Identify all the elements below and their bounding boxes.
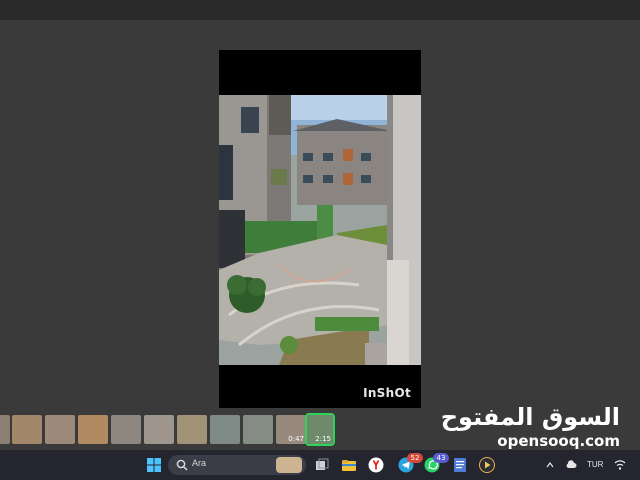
windows-start-icon[interactable] xyxy=(146,457,162,473)
filmstrip-thumb[interactable] xyxy=(210,415,240,444)
whatsapp-app-button[interactable]: 43 xyxy=(424,453,449,473)
file-explorer-icon[interactable] xyxy=(341,457,357,473)
yandex-icon[interactable] xyxy=(368,457,384,473)
windows-taskbar: Ara 52 43 TUR xyxy=(0,450,640,480)
brand-latin: opensooq.com xyxy=(497,432,620,450)
cloud-icon[interactable] xyxy=(565,460,577,470)
filmstrip-thumb[interactable] xyxy=(111,415,141,444)
filmstrip-thumb[interactable]: 0:47 xyxy=(276,415,306,444)
opensooq-logo: السوق المفتوح opensooq.com xyxy=(441,404,620,450)
filmstrip-thumb[interactable] xyxy=(45,415,75,444)
whatsapp-badge: 43 xyxy=(433,453,449,463)
filmstrip-thumb[interactable] xyxy=(12,415,42,444)
search-highlight-icon xyxy=(276,457,302,473)
filmstrip-thumb-active[interactable]: 2:15 xyxy=(305,413,335,446)
wifi-icon[interactable] xyxy=(614,459,626,471)
brand-arabic: السوق المفتوح xyxy=(440,403,620,431)
filmstrip-thumb[interactable] xyxy=(177,415,207,444)
inshot-watermark: InShOt xyxy=(363,386,411,400)
filmstrip-thumb[interactable] xyxy=(0,415,10,444)
taskbar-search-box[interactable]: Ara xyxy=(168,455,306,475)
task-view-icon[interactable] xyxy=(314,457,330,473)
search-icon xyxy=(176,459,188,471)
app-title-bar xyxy=(0,0,640,20)
telegram-badge: 52 xyxy=(407,453,423,463)
filmstrip-thumb[interactable] xyxy=(144,415,174,444)
search-placeholder: Ara xyxy=(192,458,207,468)
telegram-app-button[interactable]: 52 xyxy=(398,453,423,473)
input-language-indicator[interactable]: TUR xyxy=(587,460,603,469)
tray-overflow-chevron-icon[interactable] xyxy=(546,461,554,469)
filmstrip-thumb[interactable] xyxy=(78,415,108,444)
filmstrip-thumb[interactable] xyxy=(243,415,273,444)
notepad-icon[interactable] xyxy=(452,457,468,473)
video-still-image xyxy=(219,95,421,365)
video-frame[interactable]: InShOt xyxy=(219,50,421,408)
media-player-icon[interactable] xyxy=(479,457,495,473)
